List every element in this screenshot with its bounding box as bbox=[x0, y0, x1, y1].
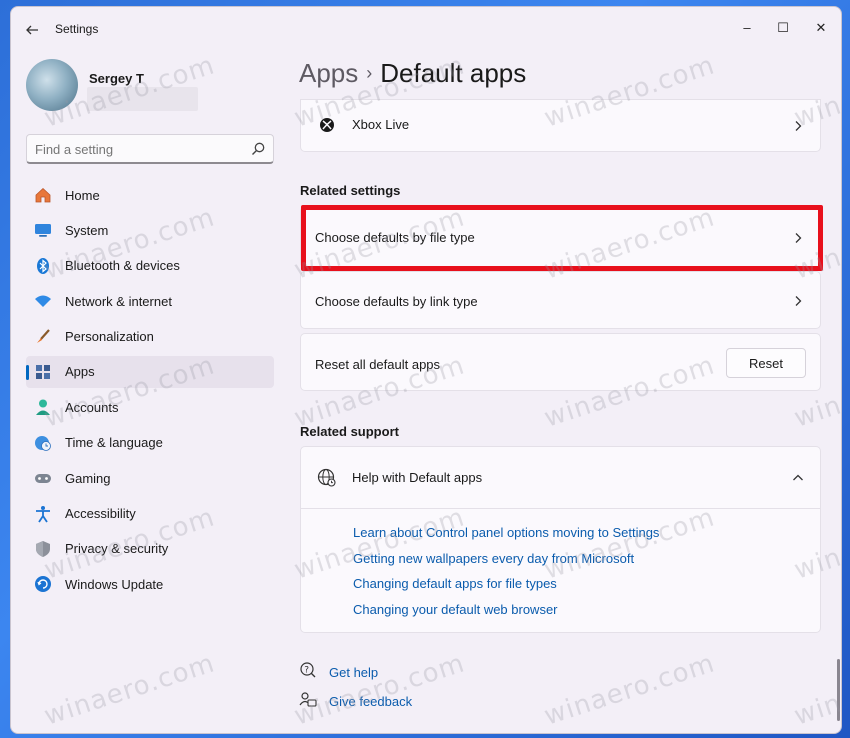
reset-button[interactable]: Reset bbox=[726, 348, 806, 378]
search-box[interactable] bbox=[26, 134, 274, 164]
apps-icon bbox=[33, 362, 53, 382]
shield-icon bbox=[33, 539, 53, 559]
sidebar-item-gaming[interactable]: Gaming bbox=[26, 462, 274, 494]
watermark: winaero.com bbox=[790, 648, 842, 732]
help-link[interactable]: Getting new wallpapers every day from Mi… bbox=[353, 551, 634, 566]
row-label: Reset all default apps bbox=[315, 357, 441, 372]
help-link[interactable]: Changing default apps for file types bbox=[353, 576, 557, 591]
brush-icon bbox=[33, 327, 53, 347]
breadcrumb-separator: › bbox=[366, 63, 373, 83]
give-feedback-icon bbox=[299, 692, 317, 707]
search-icon[interactable] bbox=[249, 140, 267, 158]
sidebar-item-system[interactable]: System bbox=[26, 214, 274, 246]
sidebar-item-label: Personalization bbox=[65, 329, 154, 345]
minimize-button[interactable]: – bbox=[727, 13, 767, 43]
maximize-button[interactable]: ☐ bbox=[763, 13, 803, 43]
sidebar-item-accounts[interactable]: Accounts bbox=[26, 391, 274, 423]
sidebar-item-label: Gaming bbox=[65, 470, 111, 486]
row-label: Choose defaults by link type bbox=[315, 294, 478, 309]
person-icon bbox=[33, 397, 53, 417]
settings-window: Settings – ☐ ✕ Sergey T Home System bbox=[10, 6, 842, 734]
globe-icon bbox=[317, 468, 336, 487]
sidebar-item-label: Apps bbox=[65, 364, 95, 380]
sidebar-item-privacy-security[interactable]: Privacy & security bbox=[26, 533, 274, 565]
sidebar-item-label: Windows Update bbox=[65, 576, 164, 592]
back-arrow-icon bbox=[26, 25, 38, 35]
sidebar-item-label: System bbox=[65, 222, 109, 238]
sidebar-nav: Home System Bluetooth & devices Network … bbox=[26, 179, 274, 604]
chevron-right-icon bbox=[795, 296, 802, 306]
update-icon bbox=[33, 574, 53, 594]
help-expander-header[interactable]: Help with Default apps bbox=[301, 447, 820, 509]
get-help-icon: ? bbox=[300, 662, 316, 678]
sidebar-item-label: Accounts bbox=[65, 399, 119, 415]
globe-clock-icon bbox=[33, 433, 53, 453]
search-input[interactable] bbox=[35, 140, 235, 158]
sidebar-item-home[interactable]: Home bbox=[26, 179, 274, 211]
accessibility-icon bbox=[33, 504, 53, 524]
home-icon bbox=[33, 185, 53, 205]
gamepad-icon bbox=[33, 468, 53, 488]
xbox-live-label: Xbox Live bbox=[352, 117, 410, 132]
watermark: winaero.com bbox=[540, 648, 719, 732]
sidebar-item-personalization[interactable]: Personalization bbox=[26, 321, 274, 353]
chevron-right-icon bbox=[795, 121, 802, 131]
help-expander: Help with Default apps Learn about Contr… bbox=[300, 446, 821, 633]
close-button[interactable]: ✕ bbox=[801, 13, 841, 43]
choose-defaults-by-link-type-row[interactable]: Choose defaults by link type bbox=[300, 271, 821, 329]
help-title: Help with Default apps bbox=[352, 470, 483, 485]
related-settings-title: Related settings bbox=[300, 183, 401, 198]
xbox-icon bbox=[320, 118, 334, 132]
back-button[interactable] bbox=[21, 19, 43, 41]
sidebar-item-label: Home bbox=[65, 187, 100, 203]
help-link[interactable]: Changing your default web browser bbox=[353, 602, 558, 617]
sidebar-item-bluetooth[interactable]: Bluetooth & devices bbox=[26, 250, 274, 282]
title-bar: Settings – ☐ ✕ bbox=[11, 7, 841, 51]
sidebar-item-apps[interactable]: Apps bbox=[26, 355, 274, 388]
scrollbar-thumb[interactable] bbox=[837, 659, 840, 721]
sidebar-item-windows-update[interactable]: Windows Update bbox=[26, 568, 274, 600]
sidebar-item-label: Accessibility bbox=[65, 506, 136, 522]
app-title: Settings bbox=[55, 22, 99, 36]
bluetooth-icon bbox=[33, 256, 53, 276]
watermark: winaero.com bbox=[290, 648, 469, 732]
sidebar-item-accessibility[interactable]: Accessibility bbox=[26, 498, 274, 530]
get-help-link[interactable]: Get help bbox=[329, 665, 378, 680]
watermark: winaero.com bbox=[40, 648, 219, 732]
breadcrumb-parent[interactable]: Apps bbox=[299, 58, 358, 88]
svg-text:?: ? bbox=[304, 665, 309, 675]
sidebar-item-label: Bluetooth & devices bbox=[65, 258, 180, 274]
xbox-live-row[interactable]: Xbox Live bbox=[300, 99, 821, 152]
reset-all-default-apps-row: Reset all default apps Reset bbox=[300, 333, 821, 391]
sidebar-item-time-language[interactable]: Time & language bbox=[26, 427, 274, 459]
chevron-up-icon[interactable] bbox=[792, 472, 804, 484]
sidebar-item-network[interactable]: Network & internet bbox=[26, 285, 274, 317]
system-icon bbox=[33, 220, 53, 240]
give-feedback-link[interactable]: Give feedback bbox=[329, 694, 412, 709]
wifi-icon bbox=[33, 291, 53, 311]
breadcrumb: Apps › Default apps bbox=[299, 58, 526, 89]
sidebar-item-label: Time & language bbox=[65, 435, 163, 451]
user-name: Sergey T bbox=[89, 71, 144, 86]
help-link[interactable]: Learn about Control panel options moving… bbox=[353, 525, 659, 540]
avatar[interactable] bbox=[26, 59, 78, 111]
user-email-redacted bbox=[87, 87, 198, 111]
page-title: Default apps bbox=[380, 58, 527, 88]
sidebar-item-label: Network & internet bbox=[65, 293, 172, 309]
related-support-title: Related support bbox=[300, 424, 399, 439]
sidebar-item-label: Privacy & security bbox=[65, 541, 169, 557]
highlight-box bbox=[301, 205, 823, 271]
